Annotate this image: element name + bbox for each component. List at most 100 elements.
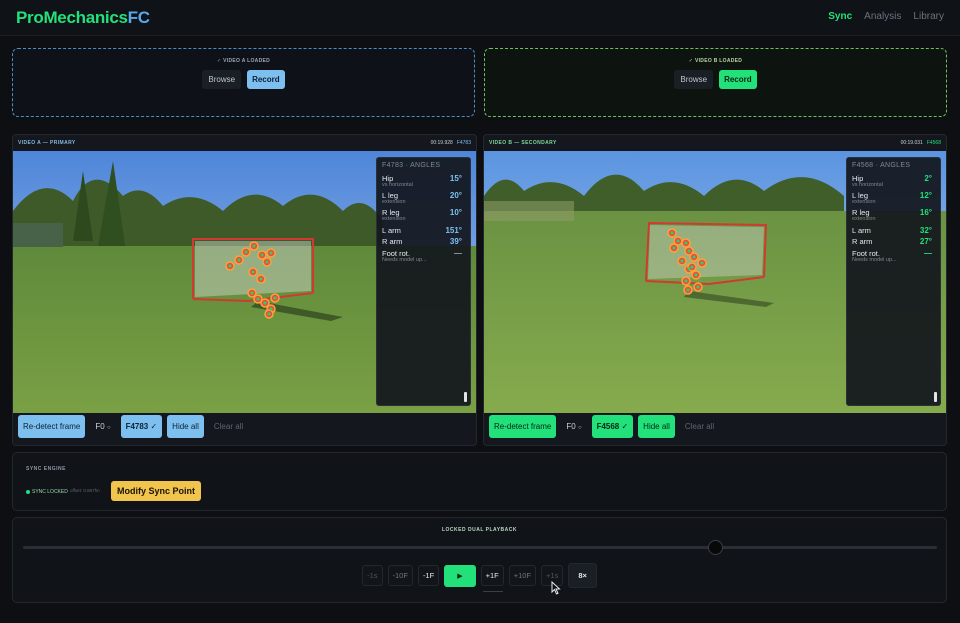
angle-value: 27° <box>919 237 932 246</box>
angle-row-r-leg: R leg extension 10° <box>382 208 462 222</box>
angle-sub: extension <box>852 216 876 222</box>
video-a-clear-all-button[interactable]: Clear all <box>209 415 248 438</box>
angle-value: 20° <box>449 191 462 200</box>
sync-status: SYNC LOCKED <box>26 489 68 495</box>
video-a-f0-button[interactable]: F0 ○ <box>90 414 116 438</box>
f0-label: F0 <box>95 421 105 431</box>
sync-status-text: SYNC LOCKED <box>32 489 68 495</box>
angle-name: R arm <box>852 237 873 246</box>
video-a-time: 00:19.928 <box>430 140 453 146</box>
angle-sub: vs horizontal <box>382 182 413 188</box>
video-a-dropzone[interactable]: ✓ VIDEO A LOADED Browse Record <box>12 48 475 117</box>
angles-scroll-handle[interactable] <box>464 392 467 402</box>
brand-suffix: FC <box>127 8 150 27</box>
video-b-browse-button[interactable]: Browse <box>674 70 714 89</box>
video-a-title: VIDEO A — PRIMARY <box>18 140 76 146</box>
angle-value: — <box>924 249 932 258</box>
video-a-frame-button[interactable]: F4783 ✓ <box>120 414 163 438</box>
video-b-clear-all-button[interactable]: Clear all <box>680 415 719 438</box>
angle-value: 151° <box>445 226 462 235</box>
angle-sub: Needs model up... <box>382 257 427 263</box>
angle-sub: extension <box>382 199 406 205</box>
video-b-dropzone[interactable]: ✓ VIDEO B LOADED Browse Record <box>484 48 947 117</box>
modify-sync-point-button[interactable]: Modify Sync Point <box>111 481 202 501</box>
video-a-controls: Re-detect frame F0 ○ F4783 ✓ Hide all Cl… <box>18 414 471 438</box>
angles-scroll-handle[interactable] <box>934 392 937 402</box>
video-b-hide-all-button[interactable]: Hide all <box>638 414 675 438</box>
angles-header: F4568 · ANGLES <box>852 162 911 169</box>
angle-row-foot-rot: Foot rot. Needs model up... — <box>382 249 462 263</box>
angle-value: 39° <box>449 237 462 246</box>
back-1s-button[interactable]: -1s <box>362 565 383 586</box>
status-dot-icon <box>26 489 30 494</box>
playback-label: LOCKED DUAL PLAYBACK <box>441 527 517 533</box>
nav-library[interactable]: Library <box>913 11 944 22</box>
main-nav: Sync Analysis Library <box>828 11 944 22</box>
angle-sub: Needs model up... <box>852 257 897 263</box>
angle-value: 32° <box>919 226 932 235</box>
angle-row-hip: Hip vs horizontal 15° <box>382 174 462 188</box>
brand-main: ProMechanics <box>16 8 128 27</box>
video-a-browse-button[interactable]: Browse <box>202 70 242 89</box>
playback-scrubber-thumb[interactable] <box>707 540 723 555</box>
playback-scrubber[interactable] <box>23 546 937 549</box>
dual-playback-panel: LOCKED DUAL PLAYBACK -1s -10F -1F ▶ +1F … <box>12 517 947 603</box>
video-a-panel: VIDEO A — PRIMARY 00:19.928 F4783 F4783 … <box>12 134 477 446</box>
angle-name: L arm <box>382 226 401 235</box>
top-bar: ProMechanicsFC Sync Analysis Library <box>0 0 960 36</box>
video-a-loaded-label: ✓ VIDEO A LOADED <box>216 58 271 64</box>
sync-engine-panel: SYNC ENGINE SYNC LOCKED offset: 0.897fm … <box>12 452 947 511</box>
forward-10f-button[interactable]: +10F <box>508 565 537 586</box>
forward-1f-button[interactable]: +1F <box>480 565 504 586</box>
video-b-angles-panel: F4568 · ANGLES Hip vs horizontal 2° L leg e… <box>846 157 941 406</box>
circle-icon: ○ <box>577 424 582 431</box>
angle-value: 16° <box>919 208 932 217</box>
angle-row-hip: Hip vs horizontal 2° <box>852 174 932 188</box>
video-b-time: 00:19.031 <box>900 140 923 146</box>
sync-engine-label: SYNC ENGINE <box>26 466 66 472</box>
video-b-title: VIDEO B — SECONDARY <box>489 140 557 146</box>
video-b-controls: Re-detect frame F0 ○ F4568 ✓ Hide all Cl… <box>489 414 941 438</box>
back-1f-button[interactable]: -1F <box>417 565 440 586</box>
angle-value: — <box>454 249 462 258</box>
arrow-cursor-icon <box>551 581 561 595</box>
video-a-record-button[interactable]: Record <box>247 70 285 89</box>
video-b-f0-button[interactable]: F0 ○ <box>561 414 587 438</box>
playback-speed-button[interactable]: 8× <box>568 563 597 588</box>
video-a-redetect-button[interactable]: Re-detect frame <box>18 414 86 438</box>
angles-header: F4783 · ANGLES <box>382 162 441 169</box>
sync-offset: offset: 0.897fm <box>70 488 100 493</box>
video-a-player[interactable]: F4783 · ANGLES Hip vs horizontal 15° L leg… <box>13 151 476 413</box>
angle-row-r-leg: R leg extension 16° <box>852 208 932 222</box>
video-a-hide-all-button[interactable]: Hide all <box>167 414 204 438</box>
angle-value: 10° <box>449 208 462 217</box>
video-a-header: VIDEO A — PRIMARY 00:19.928 F4783 <box>13 135 476 151</box>
angle-sub: extension <box>852 199 876 205</box>
transport-controls: -1s -10F -1F ▶ +1F +10F +1s 8× <box>13 563 946 588</box>
angle-row-foot-rot: Foot rot. Needs model up... — <box>852 249 932 263</box>
app-logo[interactable]: ProMechanicsFC <box>16 8 150 28</box>
video-a-angles-panel: F4783 · ANGLES Hip vs horizontal 15° L leg… <box>376 157 471 406</box>
play-button[interactable]: ▶ <box>444 564 476 587</box>
angle-sub: extension <box>382 216 406 222</box>
back-10f-button[interactable]: -10F <box>387 565 413 586</box>
angle-value: 15° <box>449 174 462 183</box>
angle-value: 2° <box>924 174 932 183</box>
video-b-player[interactable]: F4568 · ANGLES Hip vs horizontal 2° L leg e… <box>484 151 946 413</box>
video-b-record-button[interactable]: Record <box>719 70 757 89</box>
video-b-loaded-label: ✓ VIDEO B LOADED <box>688 58 743 64</box>
video-a-timecode: 00:19.928 F4783 <box>431 140 471 146</box>
angle-row-l-leg: L leg extension 12° <box>852 191 932 205</box>
f0-label: F0 <box>566 421 576 431</box>
video-b-header: VIDEO B — SECONDARY 00:19.031 F4568 <box>484 135 946 151</box>
circle-icon: ○ <box>106 424 111 431</box>
angle-row-l-leg: L leg extension 20° <box>382 191 462 205</box>
angle-name: R arm <box>382 237 403 246</box>
angle-name: L arm <box>852 226 871 235</box>
nav-analysis[interactable]: Analysis <box>864 11 901 22</box>
video-b-frame: F4568 <box>926 140 941 146</box>
video-b-redetect-button[interactable]: Re-detect frame <box>489 414 557 438</box>
video-b-frame-button[interactable]: F4568 ✓ <box>591 414 634 438</box>
video-b-panel: VIDEO B — SECONDARY 00:19.031 F4568 F456… <box>483 134 947 446</box>
nav-sync[interactable]: Sync <box>828 11 852 22</box>
